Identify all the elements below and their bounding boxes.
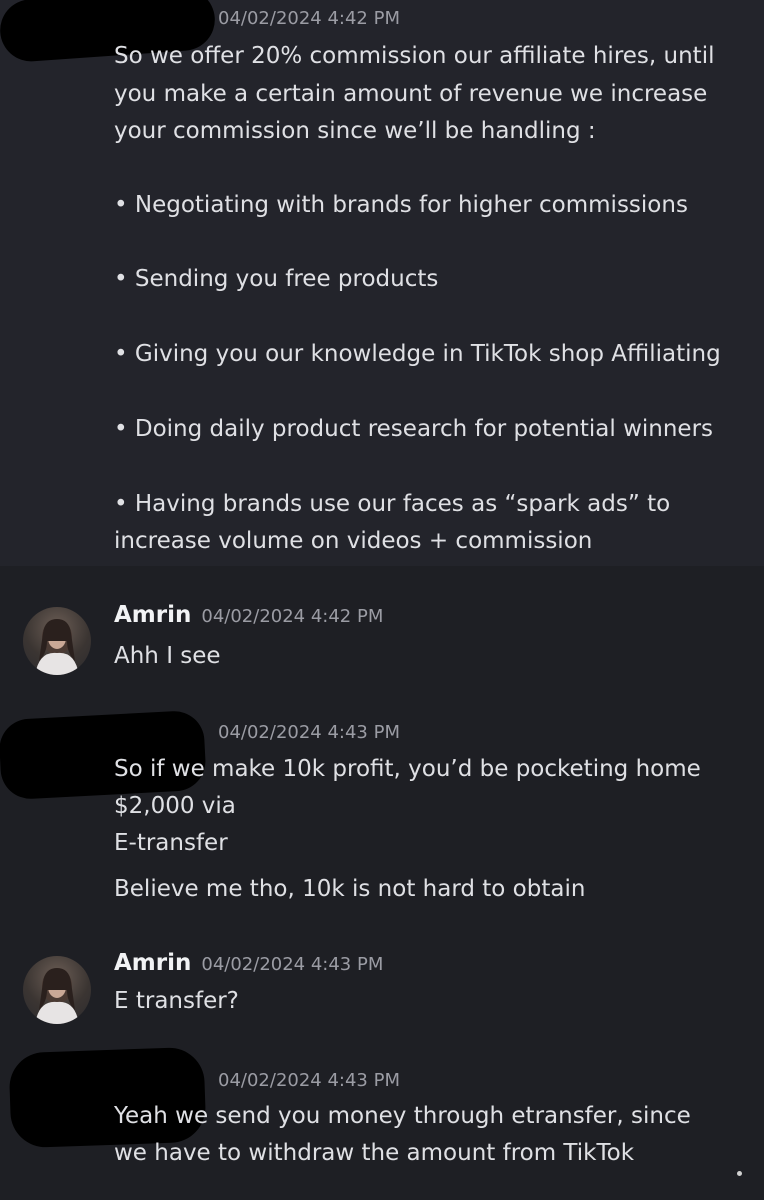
message-text-line: • Doing daily product research for poten… — [114, 416, 714, 442]
message-2[interactable]: Amrin 04/02/2024 4:42 PM Ahh I see — [0, 590, 764, 690]
message-text-line: Believe me tho, 10k is not hard to obtai… — [114, 876, 586, 902]
redacted-avatar-and-name — [8, 1046, 207, 1149]
message-5[interactable]: 04/02/2024 4:43 PM Yeah we send you mone… — [0, 1046, 764, 1200]
message-1[interactable]: 04/02/2024 4:42 PM So we offer 20% commi… — [0, 0, 764, 566]
message-text-line: So we offer 20% commission our affiliate… — [114, 43, 715, 69]
message-4[interactable]: Amrin 04/02/2024 4:43 PM E transfer? — [0, 938, 764, 1038]
message-timestamp: 04/02/2024 4:43 PM — [201, 954, 384, 975]
message-text-line: E transfer? — [114, 988, 239, 1014]
message-text-line: you make a certain amount of revenue we … — [114, 81, 708, 107]
message-text-line: E-transfer — [114, 830, 228, 856]
message-text-line: • Giving you our knowledge in TikTok sho… — [114, 341, 721, 367]
message-text-line: we have to withdraw the amount from TikT… — [114, 1140, 635, 1166]
message-text-line: • Sending you free products — [114, 266, 439, 292]
message-timestamp: 04/02/2024 4:42 PM — [218, 8, 400, 29]
scroll-indicator-dot — [737, 1171, 742, 1176]
message-text-line: Yeah we send you money through etransfer… — [114, 1103, 691, 1129]
avatar[interactable] — [23, 956, 91, 1024]
message-text-line: increase volume on videos + commission — [114, 528, 593, 554]
avatar[interactable] — [23, 607, 91, 675]
message-author[interactable]: Amrin — [114, 950, 191, 976]
message-text-line: Ahh I see — [114, 643, 221, 669]
message-text-line: • Negotiating with brands for higher com… — [114, 192, 688, 218]
message-3[interactable]: 04/02/2024 4:43 PM So if we make 10k pro… — [0, 705, 764, 915]
message-text-line: $2,000 via — [114, 793, 236, 819]
message-timestamp: 04/02/2024 4:43 PM — [218, 1070, 400, 1091]
redacted-avatar-and-name — [0, 709, 207, 801]
message-author[interactable]: Amrin — [114, 602, 191, 628]
message-text-line: your commission since we’ll be handling … — [114, 118, 596, 144]
avatar-image — [35, 619, 79, 675]
message-text-line: • Having brands use our faces as “spark … — [114, 491, 671, 517]
avatar-image — [35, 968, 79, 1024]
message-timestamp: 04/02/2024 4:42 PM — [201, 606, 384, 627]
message-text-line: So if we make 10k profit, you’d be pocke… — [114, 756, 701, 782]
message-timestamp: 04/02/2024 4:43 PM — [218, 722, 400, 743]
